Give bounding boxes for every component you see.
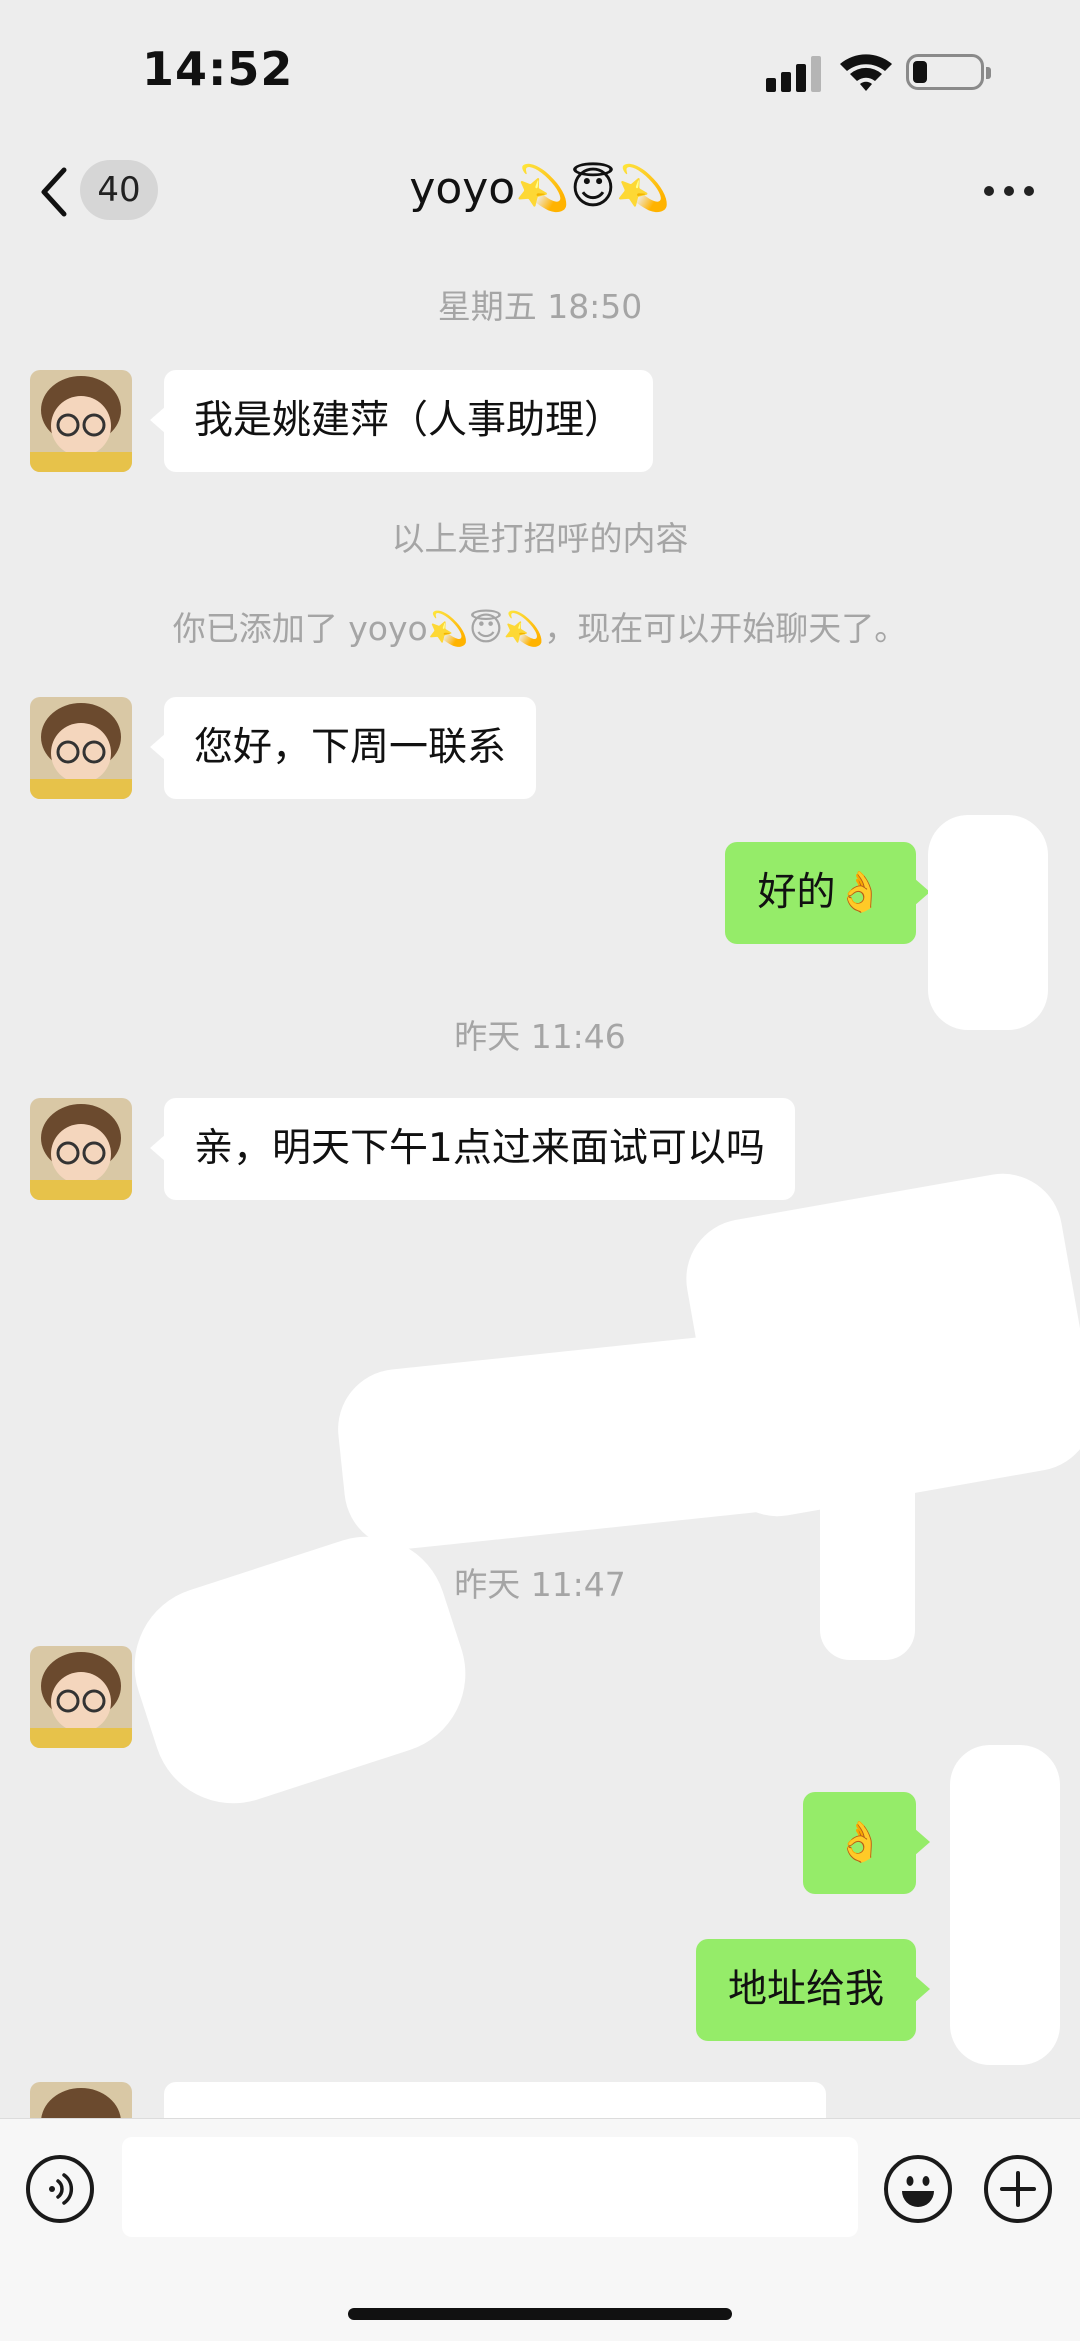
avatar[interactable] [30,370,132,472]
battery-icon [906,54,991,90]
chat-title: yoyo💫😇💫 [409,163,671,214]
status-time: 14:52 [142,42,294,96]
wifi-icon [840,54,892,91]
status-bar: 14:52 [0,0,1080,140]
emoji-icon[interactable] [884,2155,952,2223]
message-bubble-incoming[interactable]: 您好，下周一联系 [149,697,537,799]
voice-icon[interactable] [26,2155,94,2223]
avatar[interactable] [30,1098,132,1200]
timestamp: 昨天 11:47 [454,1565,626,1604]
timestamp: 星期五 18:50 [437,287,643,326]
system-message: 你已添加了 yoyo💫😇💫，现在可以开始聊天了。 [172,609,908,648]
home-indicator[interactable] [348,2308,732,2320]
more-dots-icon[interactable] [984,186,1034,198]
message-bubble-incoming[interactable] [150,2082,826,2146]
plus-icon[interactable] [984,2155,1052,2223]
message-bubble-outgoing[interactable]: 地址给我 [695,1939,931,2041]
redaction-mark [820,1460,915,1660]
message-bubble-incoming[interactable]: 亲，明天下午1点过来面试可以吗 [150,1098,795,1200]
message-bubble-incoming[interactable]: 我是姚建萍（人事助理） [149,370,654,472]
timestamp: 昨天 11:46 [454,1017,626,1056]
unread-count-badge[interactable]: 40 [80,160,158,220]
avatar[interactable] [30,697,132,799]
avatar[interactable] [30,2082,132,2118]
message-bubble-outgoing[interactable]: 👌 [803,1792,930,1894]
message-bubble-outgoing[interactable]: 好的👌 [725,842,930,944]
cellular-signal-icon [766,56,824,92]
chat-header: 40 yoyo💫😇💫 [0,140,1080,240]
redaction-mark [928,815,1048,1030]
system-message: 以上是打招呼的内容 [391,519,689,558]
redaction-mark [950,1745,1060,2065]
message-input[interactable] [122,2137,858,2237]
avatar[interactable] [30,1646,132,1748]
chevron-left-icon[interactable] [36,166,76,218]
